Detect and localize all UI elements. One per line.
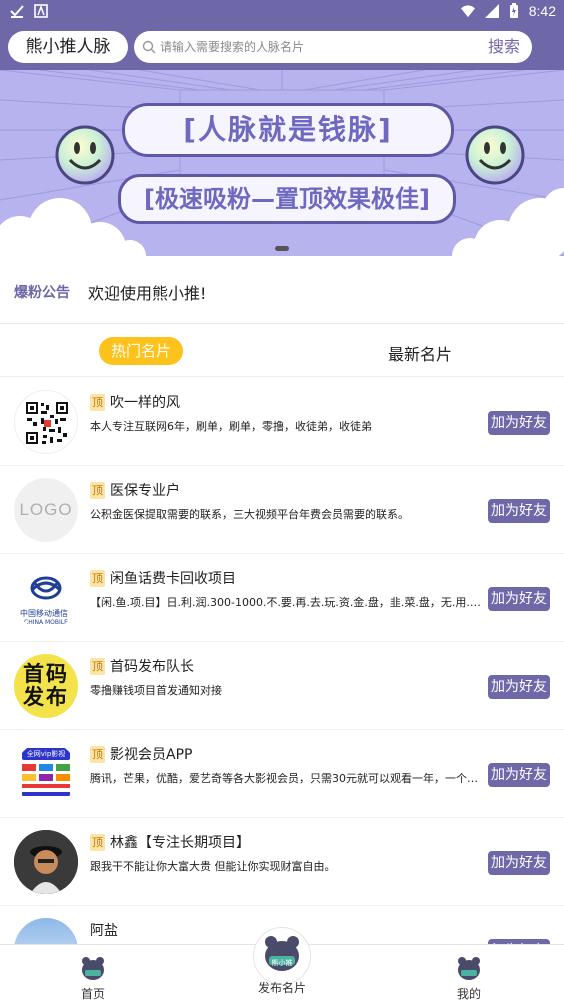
pinned-badge: 顶	[90, 745, 105, 763]
vip-app-avatar: 全网vip影视	[14, 742, 78, 806]
carousel-indicator	[275, 246, 289, 251]
card-name: 影视会员APP	[110, 747, 193, 763]
avatar-subtext: CHINA MOBILE	[24, 619, 68, 626]
nav-profile[interactable]: 我的	[444, 955, 494, 1002]
card-title: 顶 闲鱼话费卡回收项目	[90, 568, 236, 588]
pinned-badge: 顶	[90, 393, 105, 411]
pinned-badge: 顶	[90, 833, 105, 851]
card-description: 腾讯，芒果，优酷，爱艺奇等各大影视会员，只需30元就可以观看一年，一个月只需一元	[90, 772, 484, 785]
card-name: 阿盐	[90, 923, 118, 939]
nav-profile-label: 我的	[456, 987, 481, 1001]
china-mobile-avatar: 中国移动通信 CHINA MOBILE	[14, 566, 78, 630]
search-icon	[142, 40, 156, 54]
card-description: 本人专注互联网6年，刷单，刷单，零撸，收徒弟，收徒弟	[90, 420, 372, 433]
add-friend-button[interactable]: 加为好友	[488, 411, 550, 435]
announcement-text: 欢迎使用熊小推!	[88, 284, 207, 303]
card-description: 零撸赚钱项目首发通知对接	[90, 684, 222, 697]
card-title: 顶 影视会员APP	[90, 744, 192, 764]
card-title: 顶 医保专业户	[90, 480, 180, 500]
battery-icon	[509, 3, 518, 18]
card-description: 【闲.鱼.项.目】日.利.润.300-1000.不.要.再.去.玩.资.金.盘，…	[90, 596, 484, 609]
card-tabs: 热门名片 最新名片	[0, 325, 564, 377]
status-bar: 8:42	[0, 0, 564, 26]
card-title: 顶 首码发布队长	[90, 656, 194, 676]
pinned-badge: 顶	[90, 657, 105, 675]
signal-icon	[484, 4, 499, 18]
banner-subtitle: [极速吸粉—置顶效果极佳]	[118, 174, 456, 224]
tab-latest-cards[interactable]: 最新名片	[388, 341, 452, 365]
card-title: 阿盐	[90, 920, 118, 940]
banner-title: [人脉就是钱脉]	[122, 103, 454, 157]
card-name: 首码发布队长	[110, 659, 194, 675]
smiley-icon	[55, 125, 115, 185]
card-list: 顶 吹一样的风 本人专注互联网6年，刷单，刷单，零撸，收徒弟，收徒弟 加为好友 …	[0, 378, 564, 944]
app-name: 熊小推人脉	[8, 31, 128, 63]
search-box[interactable]: 搜索	[134, 31, 532, 63]
card-title: 顶 林鑫【专注长期项目】	[90, 832, 250, 852]
smiley-icon	[465, 125, 525, 185]
add-friend-button[interactable]: 加为好友	[488, 587, 550, 611]
card-description: 跟我干不能让你大富大贵 但能让你实现财富自由。	[90, 860, 336, 873]
avatar-text: 中国移动通信	[20, 609, 68, 618]
list-item[interactable]: 顶 吹一样的风 本人专注互联网6年，刷单，刷单，零撸，收徒弟，收徒弟 加为好友	[0, 378, 564, 466]
text-badge-avatar: 首码发布	[14, 654, 78, 718]
card-description: 公积金医保提取需要的联系，三大视频平台年费会员需要的联系。	[90, 508, 409, 521]
sky-avatar	[14, 918, 78, 944]
nav-home[interactable]: 首页	[68, 955, 118, 1002]
avatar-text: 首码发布	[23, 662, 69, 709]
card-name: 林鑫【专注长期项目】	[110, 835, 250, 851]
nav-publish-label: 发布名片	[257, 981, 306, 995]
check-notification-icon	[10, 5, 24, 18]
clock: 8:42	[528, 3, 556, 19]
list-item[interactable]: 顶 林鑫【专注长期项目】 跟我干不能让你大富大贵 但能让你实现财富自由。 加为好…	[0, 818, 564, 906]
card-name: 闲鱼话费卡回收项目	[110, 571, 236, 587]
logo-avatar: LOGO	[14, 478, 78, 542]
promo-banner[interactable]: [人脉就是钱脉] [极速吸粉—置顶效果极佳]	[0, 70, 564, 256]
header: 熊小推人脉 搜索	[0, 26, 564, 70]
card-name: 吹一样的风	[110, 395, 180, 411]
search-button[interactable]: 搜索	[488, 35, 520, 59]
wifi-icon	[460, 5, 475, 18]
bear-home-icon	[82, 957, 104, 980]
card-title: 顶 吹一样的风	[90, 392, 180, 412]
add-friend-button[interactable]: 加为好友	[488, 675, 550, 699]
photo-avatar	[14, 830, 78, 894]
avatar-text: LOGO	[19, 500, 73, 519]
pinned-badge: 顶	[90, 569, 105, 587]
bear-profile-icon	[458, 957, 480, 980]
add-friend-button[interactable]: 加为好友	[488, 499, 550, 523]
tab-hot-cards[interactable]: 热门名片	[99, 337, 183, 365]
add-friend-button[interactable]: 加为好友	[488, 851, 550, 875]
search-input[interactable]	[160, 35, 480, 59]
announcement-bar: 爆粉公告 欢迎使用熊小推!	[0, 256, 564, 324]
qr-code-avatar	[14, 390, 78, 454]
add-friend-button[interactable]: 加为好友	[488, 763, 550, 787]
pinned-badge: 顶	[90, 481, 105, 499]
nav-home-label: 首页	[80, 987, 105, 1001]
list-item[interactable]: 全网vip影视 顶 影视会员APP 腾讯，芒果，优酷，爱艺奇等各大影视会员，只需…	[0, 730, 564, 818]
card-name: 医保专业户	[110, 483, 180, 499]
publish-icon-text: 熊小推	[271, 959, 293, 967]
nav-publish[interactable]: 熊小推 发布名片	[252, 933, 312, 996]
list-item[interactable]: 首码发布 顶 首码发布队长 零撸赚钱项目首发通知对接 加为好友	[0, 642, 564, 730]
list-item[interactable]: LOGO 顶 医保专业户 公积金医保提取需要的联系，三大视频平台年费会员需要的联…	[0, 466, 564, 554]
list-item[interactable]: 中国移动通信 CHINA MOBILE 顶 闲鱼话费卡回收项目 【闲.鱼.项.目…	[0, 554, 564, 642]
app-notification-icon	[34, 4, 48, 18]
bottom-nav: 首页 熊小推 发布名片 我的	[0, 927, 564, 1002]
announcement-label: 爆粉公告	[14, 285, 70, 301]
